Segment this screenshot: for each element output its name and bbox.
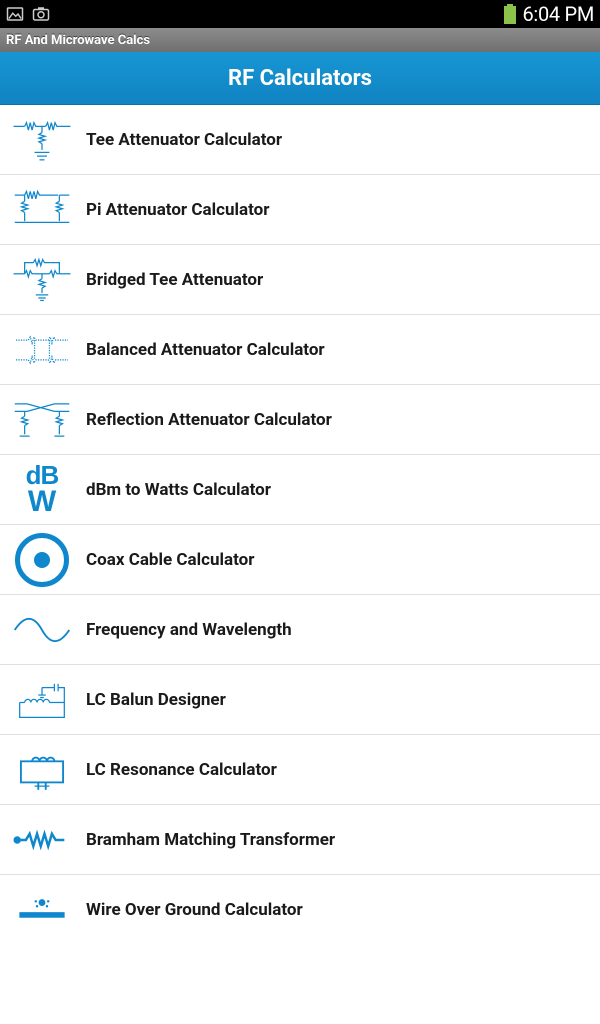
list-item-dbm-watts[interactable]: dBW dBm to Watts Calculator [0,455,600,525]
bramham-icon [4,805,80,875]
android-status-bar: 6:04 PM [0,0,600,28]
wire-over-ground-icon [4,875,80,945]
list-item-pi-attenuator[interactable]: Pi Attenuator Calculator [0,175,600,245]
lc-balun-icon [4,665,80,735]
list-item-lc-resonance[interactable]: LC Resonance Calculator [0,735,600,805]
coax-cable-icon [4,525,80,595]
list-item-balanced-attenuator[interactable]: Balanced Attenuator Calculator [0,315,600,385]
list-item-bramham[interactable]: Bramham Matching Transformer [0,805,600,875]
reflection-attenuator-icon [4,385,80,455]
list-item-wire-over-ground[interactable]: Wire Over Ground Calculator [0,875,600,945]
page-title: RF Calculators [228,66,372,91]
list-item-label: Coax Cable Calculator [80,550,254,570]
lc-resonance-icon [4,735,80,805]
list-item-label: Frequency and Wavelength [80,620,292,640]
list-item-label: LC Balun Designer [80,690,226,710]
list-item-label: Bridged Tee Attenuator [80,270,263,290]
list-item-lc-balun[interactable]: LC Balun Designer [0,665,600,735]
dbm-watts-icon: dBW [4,455,80,525]
list-item-bridged-tee[interactable]: Bridged Tee Attenuator [0,245,600,315]
list-item-freq-wavelength[interactable]: Frequency and Wavelength [0,595,600,665]
page-header: RF Calculators [0,52,600,105]
tee-attenuator-icon [4,105,80,175]
app-title: RF And Microwave Calcs [6,33,150,48]
gallery-icon [6,5,24,23]
list-item-tee-attenuator[interactable]: Tee Attenuator Calculator [0,105,600,175]
list-item-label: Balanced Attenuator Calculator [80,340,325,360]
list-item-reflection-attenuator[interactable]: Reflection Attenuator Calculator [0,385,600,455]
bridged-tee-icon [4,245,80,315]
list-item-label: Pi Attenuator Calculator [80,200,269,220]
list-item-label: LC Resonance Calculator [80,760,277,780]
battery-icon [504,4,516,24]
list-item-label: dBm to Watts Calculator [80,480,271,500]
pi-attenuator-icon [4,175,80,245]
list-item-label: Wire Over Ground Calculator [80,900,303,920]
camera-icon [32,5,50,23]
status-clock: 6:04 PM [522,2,594,26]
list-item-label: Reflection Attenuator Calculator [80,410,332,430]
list-item-coax-cable[interactable]: Coax Cable Calculator [0,525,600,595]
app-title-bar: RF And Microwave Calcs [0,28,600,52]
calculator-list: Tee Attenuator Calculator Pi Attenuator … [0,105,600,945]
sine-wave-icon [4,595,80,665]
list-item-label: Tee Attenuator Calculator [80,130,282,150]
balanced-attenuator-icon [4,315,80,385]
list-item-label: Bramham Matching Transformer [80,830,335,850]
